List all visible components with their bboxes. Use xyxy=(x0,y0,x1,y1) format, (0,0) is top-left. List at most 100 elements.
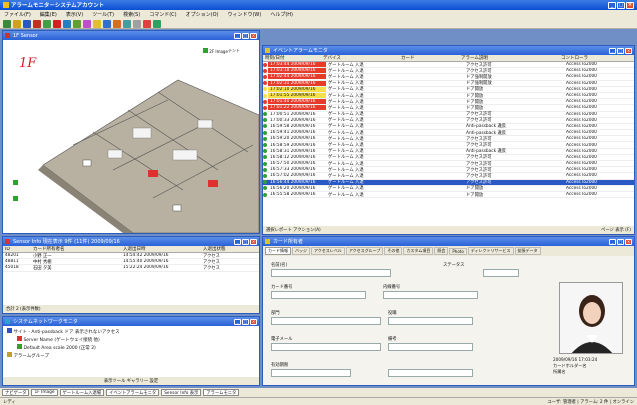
expire-field[interactable] xyxy=(271,369,351,377)
map-close-button[interactable]: × xyxy=(250,32,257,39)
task-alarm-monitor[interactable]: アラームモニタ xyxy=(203,389,240,396)
cell-time: 14:55:40 2009/09/16 xyxy=(123,259,169,265)
cell-time: 16:57:33 2009/09/16 xyxy=(270,167,316,173)
save-icon[interactable] xyxy=(23,19,31,28)
tab-access-level[interactable]: アクセスレベル xyxy=(311,247,345,255)
tab-directory[interactable]: ディレクトリサービス xyxy=(467,247,514,255)
open-icon[interactable] xyxy=(13,19,21,28)
map-marker-2f[interactable]: 2F Image xyxy=(203,48,228,54)
menu-view[interactable]: 表示(V) xyxy=(66,11,83,18)
refresh-icon[interactable] xyxy=(43,19,51,28)
stop-icon[interactable] xyxy=(53,19,61,28)
dept-field[interactable] xyxy=(271,317,381,325)
door-icon[interactable] xyxy=(123,19,131,28)
task-sensor-info[interactable]: Sensor Info 表示 xyxy=(161,389,202,396)
col-datetime[interactable]: 入退出日時 xyxy=(121,246,201,252)
col-name[interactable]: カード所有者名 xyxy=(31,246,121,252)
tree-item[interactable]: アラームグループ xyxy=(7,352,255,360)
alarm-footer-right[interactable]: ページ 表示 (F) xyxy=(601,227,631,233)
cardholder-maximize-button[interactable]: □ xyxy=(617,238,624,245)
label-notes: 備考 xyxy=(388,337,397,342)
table-row[interactable]: 45018 石田 夕美 15:22:24 2009/09/16 アクセス xyxy=(3,265,259,272)
col-state[interactable]: 入退出状態 xyxy=(201,246,251,252)
unlock-icon[interactable] xyxy=(153,19,161,28)
key-icon[interactable] xyxy=(93,19,101,28)
card-no-field[interactable] xyxy=(271,291,366,299)
task-event-alarm[interactable]: イベントアラームモニタ xyxy=(106,389,160,396)
task-gate-room[interactable]: ゲートルーム入退場 xyxy=(59,389,105,396)
lock-icon[interactable] xyxy=(143,19,151,28)
alarm-minimize-button[interactable]: _ xyxy=(609,47,616,54)
alarm-icon[interactable] xyxy=(33,19,41,28)
new-icon[interactable] xyxy=(3,19,11,28)
name-field[interactable] xyxy=(271,269,391,277)
col-time[interactable]: 時刻/日付 xyxy=(263,55,321,61)
col-card[interactable]: カード xyxy=(399,55,459,61)
alarm-close-button[interactable]: × xyxy=(625,47,632,54)
map-maximize-button[interactable]: □ xyxy=(242,32,249,39)
tree-item[interactable]: サイト - Anti-passback ドア 表示されないアクセス xyxy=(7,328,255,336)
tree-item[interactable]: Default Area scale 2000 (正常 2) xyxy=(7,344,255,352)
menu-search[interactable]: 検索(S) xyxy=(123,11,140,18)
tab-other[interactable]: その他 xyxy=(384,247,403,255)
settings-icon[interactable] xyxy=(133,19,141,28)
title-field[interactable] xyxy=(388,317,473,325)
menu-file[interactable]: ファイル(F) xyxy=(4,11,31,18)
cell-desc: ドア強制開放 xyxy=(466,74,492,80)
tab-custom[interactable]: カスタム項目 xyxy=(403,247,434,255)
maximize-button[interactable]: □ xyxy=(617,1,625,9)
tab-badge[interactable]: バッジ xyxy=(292,247,310,255)
alarm-footer-left[interactable]: 選択レポート アクション(A) xyxy=(266,227,321,233)
map-marker-tent[interactable]: テント xyxy=(228,48,240,54)
tab-extended[interactable]: 拡張データ xyxy=(514,247,541,255)
menu-window[interactable]: ウィンドウ(W) xyxy=(227,11,261,18)
report-icon[interactable] xyxy=(83,19,91,28)
notes-field[interactable] xyxy=(388,343,473,351)
menu-command[interactable]: コマンド(C) xyxy=(149,11,176,18)
extra-field[interactable] xyxy=(388,369,473,377)
tree-close-button[interactable]: × xyxy=(250,318,257,325)
menu-options[interactable]: オプション(O) xyxy=(186,11,219,18)
extension-field[interactable] xyxy=(383,291,478,299)
tab-photo[interactable]: Photo xyxy=(449,247,467,255)
menu-tools[interactable]: ツール(T) xyxy=(92,11,114,18)
close-button[interactable]: × xyxy=(626,1,634,9)
tree-minimize-button[interactable]: _ xyxy=(234,318,241,325)
status-field[interactable] xyxy=(483,269,519,277)
email-field[interactable] xyxy=(271,343,381,351)
col-id[interactable]: ID xyxy=(3,247,31,252)
map-sensor-left[interactable] xyxy=(13,180,18,187)
col-desc[interactable]: アラーム説明 xyxy=(459,55,559,61)
map-sensor-left-2[interactable] xyxy=(13,196,18,203)
col-controller[interactable]: コントローラ xyxy=(559,55,629,61)
menu-help[interactable]: ヘルプ(H) xyxy=(270,11,293,18)
alarm-maximize-button[interactable]: □ xyxy=(617,47,624,54)
tree-window-controls: _ □ × xyxy=(234,318,257,325)
tab-card-info[interactable]: カード情報 xyxy=(265,247,291,255)
task-navigator[interactable]: ナビゲータ xyxy=(2,389,30,396)
monitor-icon[interactable] xyxy=(63,19,71,28)
event-minimize-button[interactable]: _ xyxy=(234,238,241,245)
cell-ctrl: Access Io2000 xyxy=(566,62,597,68)
camera-icon[interactable] xyxy=(113,19,121,28)
tab-access-group[interactable]: アクセスグループ xyxy=(345,247,384,255)
cardholder-minimize-button[interactable]: _ xyxy=(609,238,616,245)
cardholder-photo[interactable] xyxy=(559,282,623,354)
table-row[interactable]: 16:55:58 2009/09/16 ゲートルーム 入退 ドア開放 Access I… xyxy=(263,192,634,199)
task-1f-image[interactable]: 1F Image xyxy=(31,389,58,396)
menu-edit[interactable]: 編集(E) xyxy=(40,11,57,18)
tree-item[interactable]: Server Name (ゲートウェイ接続 他) xyxy=(7,336,255,344)
event-close-button[interactable]: × xyxy=(250,238,257,245)
user-icon[interactable] xyxy=(103,19,111,28)
floor-plan[interactable]: 1F 2F Image テント xyxy=(3,40,259,233)
minimize-button[interactable]: _ xyxy=(608,1,616,9)
col-device[interactable]: デバイス xyxy=(321,55,399,61)
cell-device: ゲートルーム 入退 xyxy=(328,124,364,130)
cardholder-close-button[interactable]: × xyxy=(625,238,632,245)
tree-title-text: システムネットワークモニタ xyxy=(13,319,78,325)
tree-maximize-button[interactable]: □ xyxy=(242,318,249,325)
map-icon[interactable] xyxy=(73,19,81,28)
map-minimize-button[interactable]: _ xyxy=(234,32,241,39)
tab-query[interactable]: 照会 xyxy=(434,247,449,255)
event-maximize-button[interactable]: □ xyxy=(242,238,249,245)
